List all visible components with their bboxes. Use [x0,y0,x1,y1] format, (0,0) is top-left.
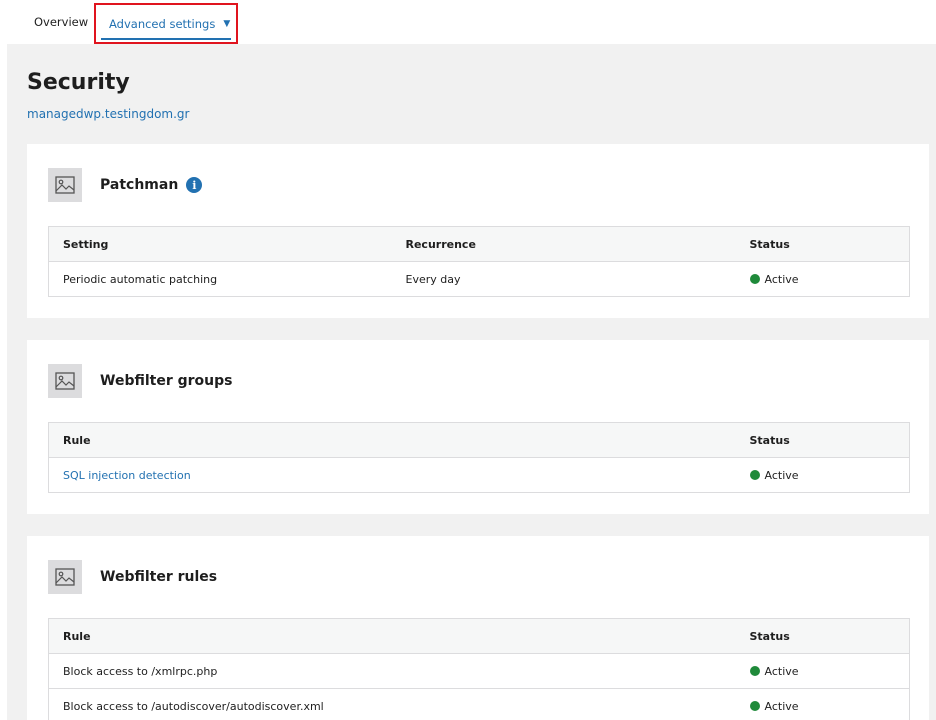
table-header-row: Rule Status [48,422,910,458]
webfilter-rules-table: Rule Status Block access to /xmlrpc.php … [48,618,910,720]
table-row: Block access to /xmlrpc.php Active [48,653,910,689]
webfilter-groups-header: Webfilter groups [48,364,232,398]
status-label: Active [764,664,799,678]
table-row: Block access to /autodiscover/autodiscov… [48,688,910,720]
site-link[interactable]: managedwp.testingdom.gr [27,107,189,121]
status-label: Active [764,468,799,482]
image-placeholder-icon [48,364,82,398]
status-cell: Active [735,457,910,493]
column-header-recurrence: Recurrence [391,226,736,262]
patchman-header: Patchman i [48,168,203,202]
tab-overview[interactable]: Overview [34,0,88,44]
webfilter-groups-table: Rule Status SQL injection detection Acti… [48,422,910,493]
status-cell: Active [735,653,910,689]
status-cell: Active [735,688,910,720]
column-header-setting: Setting [48,226,392,262]
table-row: SQL injection detection Active [48,457,910,493]
rule-link[interactable]: SQL injection detection [48,457,736,493]
status-cell: Active [735,261,910,297]
status-label: Active [764,272,799,286]
column-header-status: Status [735,226,910,262]
recurrence-cell: Every day [391,261,736,297]
column-header-rule: Rule [48,422,736,458]
status-active-icon [749,700,760,711]
image-placeholder-icon [48,560,82,594]
webfilter-groups-card: Webfilter groups Rule Status SQL injecti… [27,340,929,514]
status-active-icon [749,665,760,676]
card-title: Webfilter rules [100,569,218,585]
table-row: Periodic automatic patching Every day Ac… [48,261,910,297]
tab-advanced-settings[interactable]: Advanced settings ▼ [94,3,238,44]
rule-cell: Block access to /xmlrpc.php [48,653,736,689]
card-title: Patchman [100,177,179,193]
caret-down-icon: ▼ [223,18,231,29]
setting-cell: Periodic automatic patching [48,261,392,297]
patchman-table: Setting Recurrence Status Periodic autom… [48,226,910,297]
webfilter-rules-header: Webfilter rules [48,560,217,594]
tab-bar: Overview Advanced settings ▼ [0,0,936,44]
webfilter-rules-card: Webfilter rules Rule Status Block access… [27,536,929,720]
table-header-row: Setting Recurrence Status [48,226,910,262]
status-active-icon [749,469,760,480]
card-title: Webfilter groups [100,373,233,389]
active-tab-indicator [101,38,231,40]
tab-overview-label: Overview [34,15,89,29]
status-active-icon [749,273,760,284]
column-header-status: Status [735,618,910,654]
info-icon[interactable]: i [186,177,203,193]
table-header-row: Rule Status [48,618,910,654]
main-content: Security managedwp.testingdom.gr Patchma… [7,44,936,720]
image-placeholder-icon [48,168,82,202]
rule-cell: Block access to /autodiscover/autodiscov… [48,688,736,720]
page-title: Security [27,70,130,95]
tab-advanced-settings-label: Advanced settings [109,16,216,31]
patchman-card: Patchman i Setting Recurrence Status Per… [27,144,929,318]
status-label: Active [764,699,799,713]
column-header-rule: Rule [48,618,736,654]
column-header-status: Status [735,422,910,458]
